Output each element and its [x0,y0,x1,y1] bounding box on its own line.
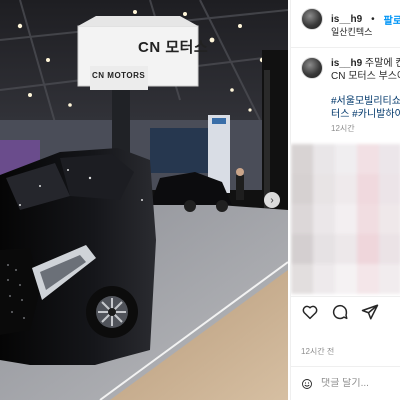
blurred-tile [357,264,379,294]
caption-text: is__h9 주말에 킨 CN 모터스 부스에 [331,57,400,83]
post-details-panel: is__h9 • 팔로우 일산킨텍스 is__h9 주말에 킨 CN 모터스 부… [290,0,400,400]
next-photo-button[interactable]: › [264,192,280,208]
hashtags: #서울모빌리티쇼 터스 #카니발하이 [331,95,400,121]
post-photo: CN 모터스 CN MOTORS › [0,0,288,400]
blurred-comments-area [291,144,400,294]
caption-line-1: 주말에 킨 [364,58,400,69]
blurred-tile [335,204,357,234]
caption-username[interactable]: is__h9 [331,58,362,69]
caption-timestamp: 12시간 [331,124,355,133]
caption-avatar[interactable] [301,57,323,79]
emoji-icon[interactable] [301,375,313,393]
location-link[interactable]: 일산킨텍스 [331,25,372,38]
blurred-tile [335,144,357,174]
blurred-tile [291,174,313,204]
action-bar [291,296,400,322]
post-timestamp: 12시간 전 [301,347,335,356]
blurred-tile [291,144,313,174]
blurred-tile [357,144,379,174]
chevron-right-icon: › [270,194,274,206]
booth-sign-bottom: CN MOTORS [92,71,146,80]
caption: is__h9 주말에 킨 CN 모터스 부스에 [301,57,400,83]
blurred-tile [379,174,400,204]
blurred-tile [335,264,357,294]
blurred-tile [291,264,313,294]
blurred-tile [313,234,335,264]
heart-icon[interactable] [301,303,319,321]
blurred-tile [291,234,313,264]
blurred-tile [379,264,400,294]
blurred-tile [379,204,400,234]
exhibition-hall-image [0,0,288,400]
comment-input[interactable] [321,378,400,389]
blurred-tile [357,174,379,204]
blurred-tile [379,144,400,174]
blurred-tile [379,234,400,264]
blurred-tile [313,204,335,234]
comment-bar [291,366,400,400]
post-header: is__h9 • 팔로우 일산킨텍스 [291,0,400,48]
separator-dot: • [371,13,375,25]
blurred-tile [335,174,357,204]
blurred-tile [291,204,313,234]
username-link[interactable]: is__h9 [331,14,362,25]
blurred-tile [335,234,357,264]
booth-sign-top: CN 모터스 [138,39,209,56]
blurred-tile [313,174,335,204]
blurred-tile [313,144,335,174]
share-icon[interactable] [361,303,379,321]
blurred-tile [357,234,379,264]
comment-icon[interactable] [331,303,349,321]
blurred-tile [313,264,335,294]
blurred-tile [357,204,379,234]
hashtag-link[interactable]: 터스 #카니발하이 [331,109,400,120]
caption-line-2: CN 모터스 부스에 [331,71,400,82]
avatar[interactable] [301,8,323,30]
follow-button[interactable]: 팔로우 [384,12,400,27]
hashtag-link[interactable]: #서울모빌리티쇼 [331,96,400,107]
